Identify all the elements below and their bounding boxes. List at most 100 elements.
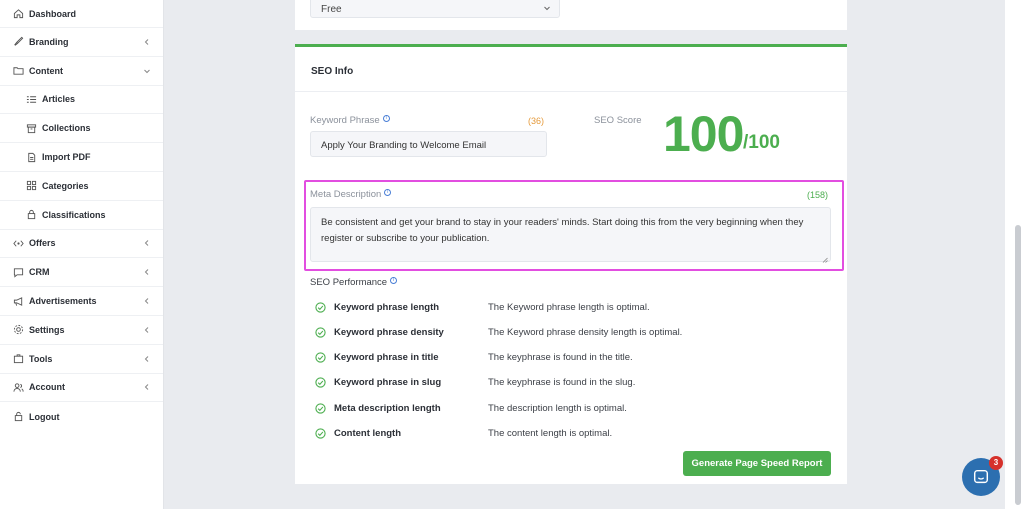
performance-row: Meta description length The description … xyxy=(315,401,627,415)
sidebar-item-offers[interactable]: Offers xyxy=(0,230,163,259)
meta-description-label-text: Meta Description xyxy=(310,189,382,200)
sidebar-item-collections[interactable]: Collections xyxy=(0,114,163,144)
performance-desc: The Keyword phrase length is optimal. xyxy=(488,301,650,313)
sidebar-item-label: CRM xyxy=(29,267,50,278)
check-circle-icon xyxy=(315,301,326,313)
performance-name: Meta description length xyxy=(334,402,441,414)
chevron-left-icon xyxy=(143,355,151,363)
tag-icon xyxy=(12,237,24,249)
home-icon xyxy=(12,8,24,20)
sidebar-item-categories[interactable]: Categories xyxy=(0,172,163,201)
archive-icon xyxy=(25,122,37,134)
sidebar-item-logout[interactable]: Logout xyxy=(0,402,163,431)
gear-icon xyxy=(12,324,24,336)
seo-performance-label-text: SEO Performance xyxy=(310,277,388,288)
lock-icon xyxy=(25,209,37,221)
brush-icon xyxy=(12,36,24,48)
megaphone-icon xyxy=(12,295,24,307)
performance-name: Content length xyxy=(334,427,402,439)
scrollbar-thumb[interactable] xyxy=(1015,225,1021,505)
sidebar-item-classifications[interactable]: Classifications xyxy=(0,201,163,230)
sidebar-item-label: Branding xyxy=(29,36,69,47)
sidebar-item-tools[interactable]: Tools xyxy=(0,345,163,374)
performance-desc: The Keyword phrase density length is opt… xyxy=(488,326,683,338)
logout-icon xyxy=(12,411,24,423)
sidebar-item-label: Tools xyxy=(29,353,53,364)
performance-desc: The description length is optimal. xyxy=(488,402,627,414)
sidebar-item-dashboard[interactable]: Dashboard xyxy=(0,0,163,28)
meta-description-label: Meta Description i xyxy=(310,189,392,200)
sidebar-item-account[interactable]: Account xyxy=(0,374,163,403)
performance-name: Keyword phrase in title xyxy=(334,351,439,363)
performance-desc: The keyphrase is found in the title. xyxy=(488,351,633,363)
seo-score-label: SEO Score xyxy=(594,115,642,126)
chat-bubble-icon xyxy=(973,469,989,484)
seo-score-max: /100 xyxy=(743,132,780,153)
card-title: SEO Info xyxy=(311,66,354,77)
file-icon xyxy=(25,151,37,163)
sidebar-item-label: Logout xyxy=(29,411,60,422)
plan-select[interactable]: Free xyxy=(310,0,560,18)
check-circle-icon xyxy=(315,326,326,338)
sidebar-item-label: Account xyxy=(29,382,65,393)
chevron-left-icon xyxy=(143,297,151,305)
info-icon[interactable]: i xyxy=(384,189,392,196)
sidebar-item-branding[interactable]: Branding xyxy=(0,28,163,57)
chevron-left-icon xyxy=(143,383,151,391)
sidebar-item-content[interactable]: Content xyxy=(0,57,163,86)
sidebar-item-label: Import PDF xyxy=(42,152,91,163)
sidebar-item-label: Articles xyxy=(42,94,76,105)
sidebar-item-label: Classifications xyxy=(42,209,106,220)
keyword-phrase-label: Keyword Phrase i xyxy=(310,115,390,126)
performance-name: Keyword phrase in slug xyxy=(334,376,442,388)
sidebar-item-articles[interactable]: Articles xyxy=(0,86,163,115)
meta-description-value: Be consistent and get your brand to stay… xyxy=(321,217,804,244)
resize-handle-icon[interactable] xyxy=(822,253,828,263)
check-circle-icon xyxy=(315,351,326,363)
notification-badge: 3 xyxy=(989,456,1003,470)
chevron-left-icon xyxy=(143,38,151,46)
performance-row: Keyword phrase length The Keyword phrase… xyxy=(315,300,650,314)
keyword-phrase-label-text: Keyword Phrase xyxy=(310,115,380,126)
performance-name: Keyword phrase length xyxy=(334,301,440,313)
check-circle-icon xyxy=(315,376,326,388)
sidebar-item-import-pdf[interactable]: Import PDF xyxy=(0,143,163,172)
grid-icon xyxy=(25,180,37,192)
sidebar-item-label: Settings xyxy=(29,324,65,335)
meta-count: (158) xyxy=(807,190,829,200)
chevron-left-icon xyxy=(143,239,151,247)
sidebar: Dashboard Branding Content Articles Coll… xyxy=(0,0,164,509)
chevron-down-icon xyxy=(543,4,551,12)
sidebar-item-label: Advertisements xyxy=(29,296,97,307)
keyword-phrase-input[interactable]: Apply Your Branding to Welcome Email xyxy=(310,131,547,157)
performance-desc: The content length is optimal. xyxy=(488,427,613,439)
chat-icon xyxy=(12,266,24,278)
chevron-down-icon xyxy=(143,67,151,75)
check-circle-icon xyxy=(315,402,326,414)
seo-info-card: SEO Info Keyword Phrase i (36) Apply Your… xyxy=(295,44,847,484)
performance-name: Keyword phrase density xyxy=(334,326,444,338)
keyword-count: (36) xyxy=(528,116,545,126)
seo-score-value: 100 xyxy=(663,106,744,162)
sidebar-item-label: Offers xyxy=(29,238,56,249)
performance-row: Content length The content length is opt… xyxy=(315,426,612,440)
info-icon[interactable]: i xyxy=(390,277,398,284)
sidebar-item-settings[interactable]: Settings xyxy=(0,316,163,345)
sidebar-item-crm[interactable]: CRM xyxy=(0,258,163,288)
list-icon xyxy=(25,93,37,105)
info-icon[interactable]: i xyxy=(382,115,390,122)
chevron-left-icon xyxy=(143,326,151,334)
performance-desc: The keyphrase is found in the slug. xyxy=(488,376,636,388)
plan-card: Free xyxy=(295,0,847,30)
sidebar-item-label: Dashboard xyxy=(29,8,77,19)
sidebar-item-label: Collections xyxy=(42,123,91,134)
performance-row: Keyword phrase density The Keyword phras… xyxy=(315,325,682,339)
generate-page-speed-report-button[interactable]: Generate Page Speed Report xyxy=(683,451,831,476)
sidebar-item-advertisements[interactable]: Advertisements xyxy=(0,287,163,316)
seo-performance-label: SEO Performance i xyxy=(310,277,398,288)
performance-row: Keyword phrase in title The keyphrase is… xyxy=(315,350,633,364)
meta-description-textarea[interactable]: Be consistent and get your brand to stay… xyxy=(310,207,831,263)
plan-select-value: Free xyxy=(321,4,342,15)
briefcase-icon xyxy=(12,353,24,365)
performance-row: Keyword phrase in slug The keyphrase is … xyxy=(315,375,635,389)
